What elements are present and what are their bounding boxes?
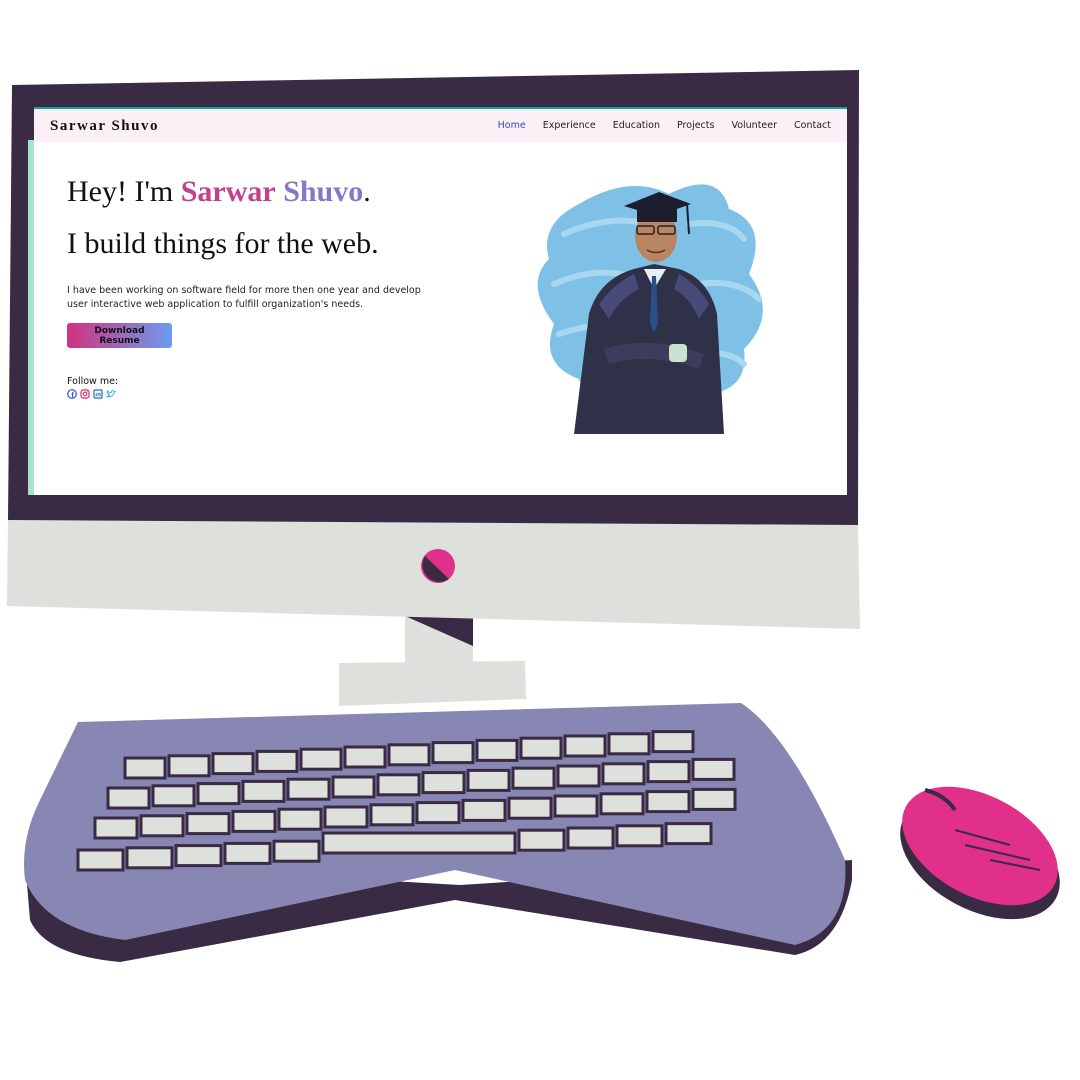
keyboard-key <box>139 814 185 838</box>
keyboard-key <box>507 796 553 820</box>
keyboard-key <box>125 846 174 870</box>
greeting-suffix: . <box>363 175 371 208</box>
nav-projects[interactable]: Projects <box>677 120 714 131</box>
profile-portrait <box>537 184 763 434</box>
nav-experience[interactable]: Experience <box>543 120 596 131</box>
keyboard-key <box>566 826 615 850</box>
nav-home[interactable]: Home <box>498 120 526 131</box>
name-first: Sarwar <box>180 175 276 208</box>
keyboard-key <box>519 736 563 760</box>
keyboard-key <box>615 824 664 848</box>
keyboard-key <box>343 745 387 769</box>
keyboard-key <box>607 732 651 756</box>
social-links <box>67 389 116 399</box>
keyboard-key <box>556 764 601 788</box>
keyboard-key <box>272 839 321 863</box>
keyboard-spacebar <box>321 831 517 855</box>
keyboard-key <box>76 848 125 872</box>
follow-label: Follow me: <box>67 376 119 387</box>
keyboard-key <box>211 752 255 776</box>
keyboard-key <box>645 790 691 814</box>
greeting-prefix: Hey! I'm <box>67 175 181 208</box>
hero-tagline: I build things for the web. <box>67 227 379 260</box>
keyboard-key <box>106 786 151 810</box>
keyboard-key <box>196 782 241 806</box>
keyboard-key <box>466 768 511 792</box>
keyboard-key <box>174 844 223 868</box>
keyboard-key <box>475 738 519 762</box>
keyboard-key <box>231 809 277 833</box>
twitter-icon[interactable] <box>106 389 116 399</box>
keyboard-key <box>167 754 211 778</box>
keyboard-key <box>553 794 599 818</box>
keyboard-key <box>517 828 566 852</box>
keyboard-key <box>123 756 167 780</box>
keyboard-key <box>277 807 323 831</box>
keyboard-key <box>431 741 475 765</box>
keyboard-key <box>511 766 556 790</box>
keyboard-key <box>299 747 343 771</box>
nav-menu: Home Experience Education Projects Volun… <box>498 120 831 131</box>
navbar: Sarwar Shuvo Home Experience Education P… <box>34 109 847 142</box>
hero-description: I have been working on software field fo… <box>67 285 421 310</box>
keyboard-key <box>691 787 737 811</box>
keyboard-key <box>461 798 507 822</box>
keyboard-key <box>331 775 376 799</box>
keyboard-key <box>415 801 461 825</box>
keyboard-key <box>599 792 645 816</box>
nav-education[interactable]: Education <box>613 120 660 131</box>
keyboard-key <box>185 812 231 836</box>
keyboard-key <box>323 805 369 829</box>
keyboard-key <box>286 777 331 801</box>
keyboard-key <box>369 803 415 827</box>
keyboard-key <box>646 760 691 784</box>
nav-contact[interactable]: Contact <box>794 120 831 131</box>
linkedin-icon[interactable] <box>93 389 103 399</box>
keyboard-key <box>376 773 421 797</box>
keyboard-key <box>651 730 695 754</box>
brand-logo[interactable]: Sarwar Shuvo <box>50 118 159 135</box>
nav-volunteer[interactable]: Volunteer <box>731 120 777 131</box>
keyboard-key <box>387 743 431 767</box>
website-screen: Sarwar Shuvo Home Experience Education P… <box>34 109 847 495</box>
monitor-stand-base <box>339 661 526 706</box>
name-last: Shuvo <box>283 175 364 208</box>
keyboard-key <box>223 841 272 865</box>
keyboard-key <box>601 762 646 786</box>
keyboard-key <box>93 816 139 840</box>
instagram-icon[interactable] <box>80 389 90 399</box>
download-resume-button[interactable]: Download Resume <box>67 323 172 348</box>
keyboard-key <box>664 822 713 846</box>
facebook-icon[interactable] <box>67 389 77 399</box>
keyboard-key <box>563 734 607 758</box>
keyboard-key <box>241 779 286 803</box>
keyboard-key <box>421 771 466 795</box>
keyboard-key <box>151 784 196 808</box>
keyboard-key <box>255 749 299 773</box>
keyboard-key <box>691 757 736 781</box>
hero-greeting: Hey! I'm Sarwar Shuvo. <box>67 175 371 209</box>
